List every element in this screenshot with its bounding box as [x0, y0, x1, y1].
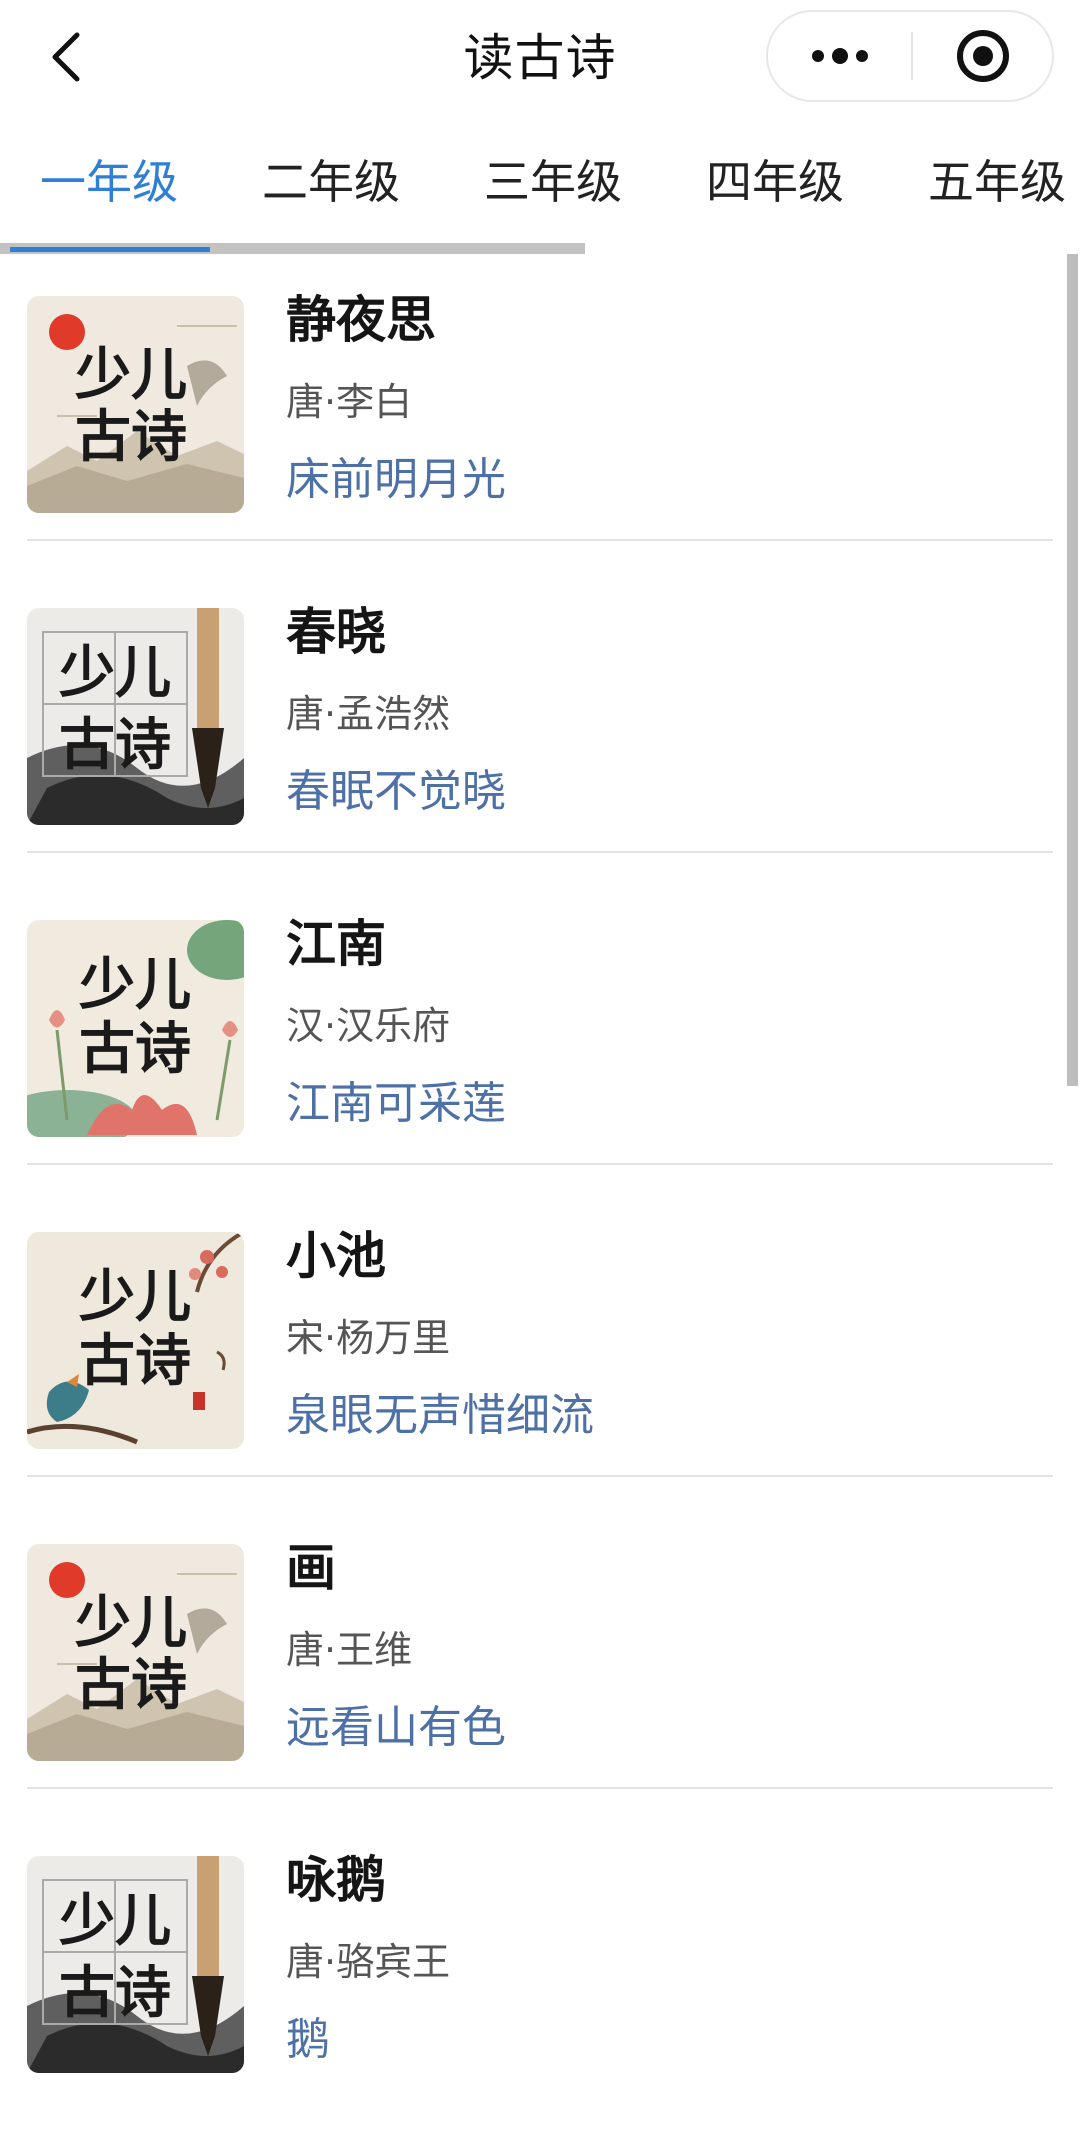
- poem-first-line: 春眠不觉晓: [286, 766, 506, 817]
- poem-author: 汉·汉乐府: [286, 1004, 451, 1048]
- navigation-bar: 读古诗: [0, 0, 1080, 118]
- poem-first-line: 床前明月光: [286, 454, 506, 505]
- poem-list-item[interactable]: 少儿 古诗 咏鹅 唐·骆宾王 鹅: [0, 1814, 1080, 2126]
- poem-list-item[interactable]: 少儿 古诗 画 唐·王维 远看山有色: [0, 1502, 1080, 1814]
- more-dots-icon: [811, 48, 868, 64]
- poem-first-line: 江南可采莲: [286, 1078, 506, 1129]
- thumbnail-title-line-2: 古诗: [59, 1960, 171, 2026]
- more-button[interactable]: [768, 12, 911, 100]
- poem-list-item[interactable]: 少儿 古诗 春晓 唐·孟浩然 春眠不觉晓: [0, 566, 1080, 878]
- thumbnail-title-line-1: 少儿: [75, 1590, 187, 1656]
- miniapp-capsule: [766, 10, 1054, 102]
- poem-author: 宋·杨万里: [286, 1316, 451, 1360]
- thumbnail-title-line-2: 古诗: [79, 1016, 191, 1082]
- poem-author: 唐·王维: [286, 1628, 413, 1672]
- poem-thumbnail: 少儿 古诗: [27, 1232, 244, 1449]
- poem-list: 少儿 古诗 静夜思 唐·李白 床前明月光 少儿 古诗 春晓 唐·孟浩然 春眠不觉…: [0, 254, 1080, 2126]
- thumbnail-title-line-2: 古诗: [79, 1328, 191, 1394]
- poem-first-line: 远看山有色: [286, 1702, 506, 1753]
- poem-first-line: 鹅: [286, 2014, 330, 2065]
- thumbnail-title-line-1: 少儿: [59, 1888, 171, 1954]
- tab-grade-2[interactable]: 二年级: [262, 152, 400, 212]
- target-circle-icon: [956, 30, 1009, 82]
- poem-author: 唐·孟浩然: [286, 692, 451, 736]
- poem-first-line: 泉眼无声惜细流: [286, 1390, 594, 1441]
- list-divider: [27, 1163, 1053, 1165]
- poem-title: 静夜思: [286, 291, 436, 349]
- poem-list-item[interactable]: 少儿 古诗 小池 宋·杨万里 泉眼无声惜细流: [0, 1190, 1080, 1502]
- poem-thumbnail: 少儿 古诗: [27, 608, 244, 825]
- tab-grade-3[interactable]: 三年级: [484, 152, 622, 212]
- active-tab-indicator: [10, 247, 210, 252]
- list-divider: [27, 1787, 1053, 1789]
- thumbnail-title-line-1: 少儿: [79, 1264, 191, 1330]
- poem-list-item[interactable]: 少儿 古诗 静夜思 唐·李白 床前明月光: [0, 254, 1080, 566]
- poem-title: 画: [286, 1539, 336, 1597]
- list-divider: [27, 1475, 1053, 1477]
- poem-thumbnail: 少儿 古诗: [27, 1856, 244, 2073]
- thumbnail-title-line-2: 古诗: [75, 1652, 187, 1718]
- poem-list-item[interactable]: 少儿 古诗 江南 汉·汉乐府 江南可采莲: [0, 878, 1080, 1190]
- thumbnail-title-line-1: 少儿: [79, 952, 191, 1018]
- list-scrollbar[interactable]: [1067, 254, 1078, 1086]
- list-divider: [27, 851, 1053, 853]
- poem-title: 咏鹅: [286, 1851, 386, 1909]
- poem-thumbnail: 少儿 古诗: [27, 1544, 244, 1761]
- poem-title: 江南: [286, 915, 386, 973]
- list-divider: [27, 539, 1053, 541]
- thumbnail-title-line-2: 古诗: [75, 404, 187, 470]
- poem-author: 唐·骆宾王: [286, 1940, 451, 1984]
- poem-author: 唐·李白: [286, 380, 413, 424]
- poem-thumbnail: 少儿 古诗: [27, 296, 244, 513]
- grade-tabs: 一年级 二年级 三年级 四年级 五年级: [0, 130, 1080, 254]
- tab-grade-5[interactable]: 五年级: [928, 152, 1066, 212]
- tab-grade-1[interactable]: 一年级: [40, 152, 178, 212]
- thumbnail-title-line-1: 少儿: [75, 342, 187, 408]
- poem-title: 小池: [286, 1227, 386, 1285]
- close-miniapp-button[interactable]: [913, 12, 1052, 100]
- poem-thumbnail: 少儿 古诗: [27, 920, 244, 1137]
- tab-grade-4[interactable]: 四年级: [706, 152, 844, 212]
- thumbnail-title-line-2: 古诗: [59, 712, 171, 778]
- thumbnail-title-line-1: 少儿: [59, 640, 171, 706]
- poem-title: 春晓: [286, 603, 386, 661]
